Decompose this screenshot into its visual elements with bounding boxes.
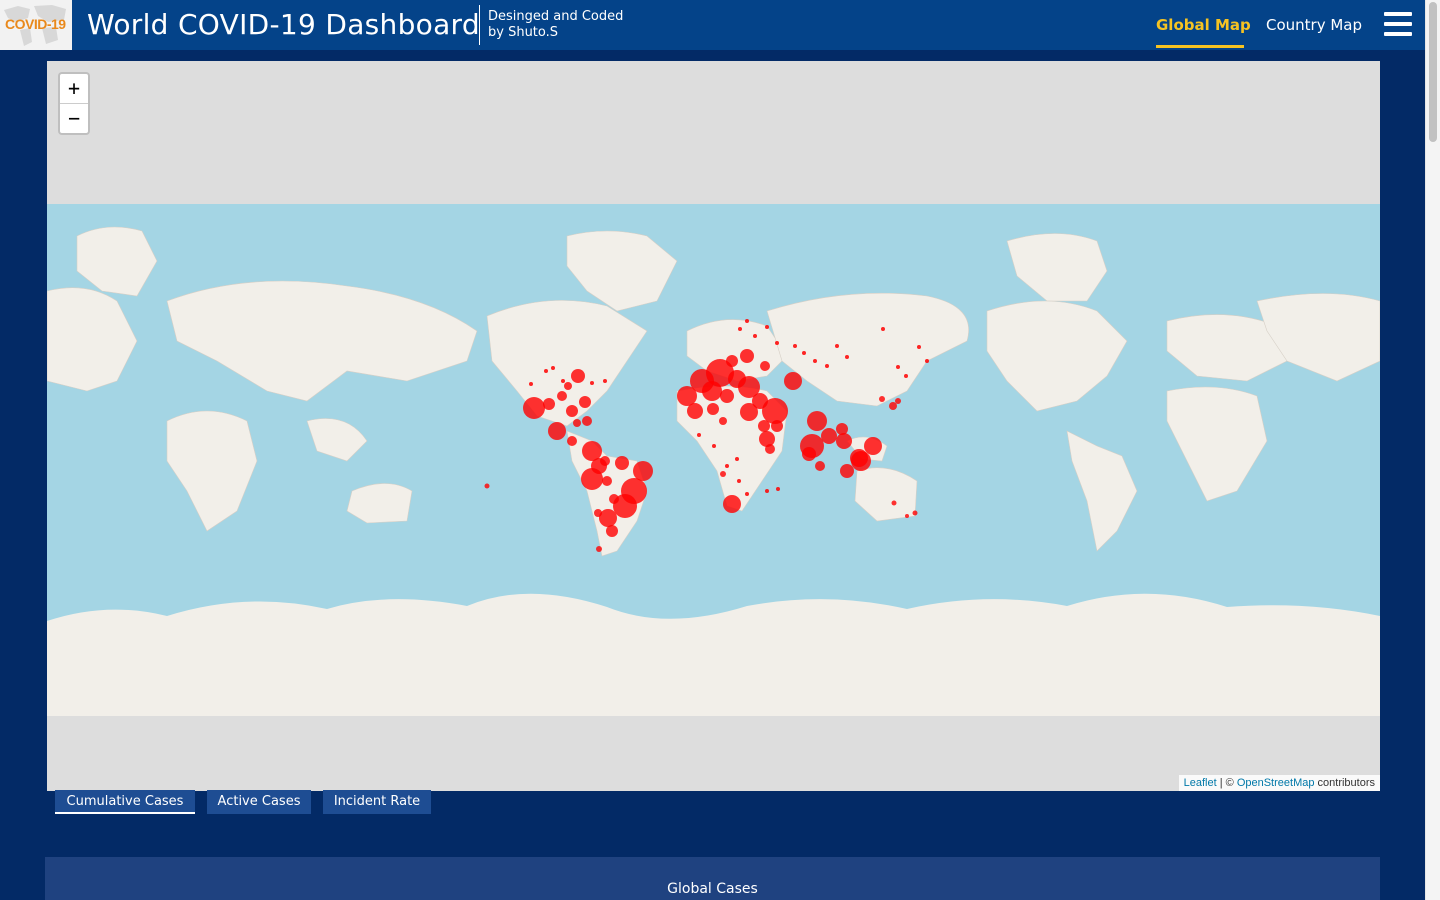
- nav-country-map[interactable]: Country Map: [1266, 16, 1362, 34]
- tab-active-indicator: [55, 812, 195, 814]
- tab-active-cases[interactable]: Active Cases: [207, 790, 311, 814]
- map-canvas: [47, 204, 1380, 716]
- global-cases-title: Global Cases: [667, 881, 758, 897]
- tab-cumulative-cases[interactable]: Cumulative Cases: [55, 790, 195, 814]
- credit-text: Desinged and Coded by Shuto.S: [488, 9, 678, 41]
- credit-line-2: by Shuto.S: [488, 25, 559, 40]
- leaflet-link[interactable]: Leaflet: [1184, 777, 1217, 789]
- top-header: COVID-19 World COVID-19 Dashboard Desing…: [0, 0, 1425, 50]
- attribution-suffix: contributors: [1314, 777, 1375, 789]
- logo-text: COVID-19: [5, 16, 66, 32]
- global-cases-card: Global Cases: [45, 857, 1380, 900]
- credit-line-1: Desinged and Coded: [488, 9, 624, 24]
- zoom-in-button[interactable]: +: [60, 74, 88, 103]
- title-divider: [479, 5, 480, 45]
- covid-logo[interactable]: COVID-19: [0, 0, 72, 50]
- openstreetmap-link[interactable]: OpenStreetMap: [1237, 777, 1315, 789]
- scrollbar-thumb[interactable]: [1429, 2, 1437, 142]
- nav-active-indicator: [1156, 45, 1244, 48]
- map-attribution: Leaflet | © OpenStreetMap contributors: [1178, 775, 1380, 791]
- hamburger-icon[interactable]: [1384, 11, 1412, 37]
- nav-global-map[interactable]: Global Map: [1156, 16, 1251, 34]
- world-map[interactable]: [47, 61, 1380, 791]
- zoom-out-button[interactable]: −: [60, 104, 88, 133]
- zoom-control: + −: [58, 72, 90, 135]
- attribution-separator: | ©: [1216, 777, 1237, 789]
- tab-incident-rate[interactable]: Incident Rate: [323, 790, 431, 814]
- page-title: World COVID-19 Dashboard: [87, 8, 480, 41]
